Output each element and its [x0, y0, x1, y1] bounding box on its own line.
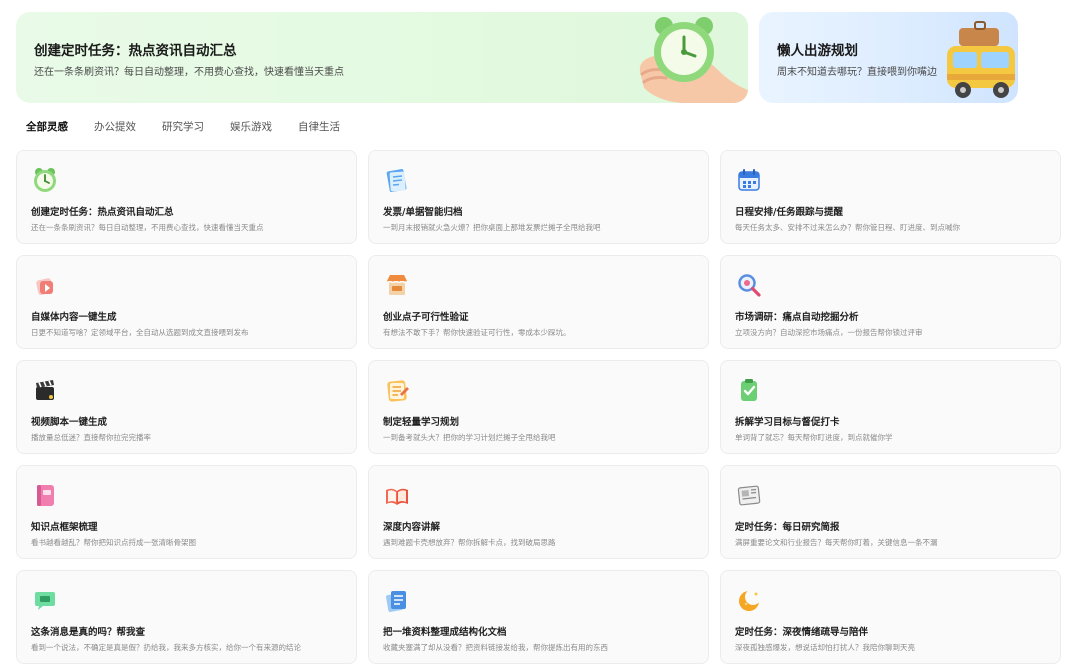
card-title: 定时任务：深夜情绪疏导与陪伴: [735, 627, 869, 638]
card-startup-validation[interactable]: 创业点子可行性验证 有想法不敢下手？帮你快速验证可行性，零成本少踩坑。: [368, 255, 709, 349]
card-study-plan[interactable]: 制定轻量学习规划 一到备考就头大？把你的学习计划烂摊子全甩给我吧: [368, 360, 709, 454]
clapperboard-icon: [36, 380, 54, 400]
card-desc: 一到月末报销就火急火燎？把你桌面上那堆发票烂摊子全甩给我吧: [383, 223, 601, 232]
card-desc: 遇到难题卡壳想放弃？帮你拆解卡点，找到破局思路: [383, 538, 556, 547]
tab-office[interactable]: 办公提效: [94, 119, 136, 134]
card-night-companion[interactable]: 定时任务：深夜情绪疏导与陪伴 深夜孤独感爆发，想说话却怕打扰人？我陪你聊到天亮: [720, 570, 1061, 664]
card-title: 制定轻量学习规划: [383, 417, 460, 428]
card-schedule-tracking[interactable]: 日程安排/任务跟踪与提醒 每天任务太多、安排不过来怎么办？帮你管日程、盯进度、到…: [720, 150, 1061, 244]
banner-travel-plan[interactable]: 懒人出游规划 周末不知道去哪玩？直接喂到你嘴边: [759, 12, 1018, 103]
card-desc: 每天任务太多、安排不过来怎么办？帮你管日程、盯进度、到点喊你: [735, 223, 960, 232]
card-deep-explanation[interactable]: 深度内容讲解 遇到难题卡壳想放弃？帮你拆解卡点，找到破局思路: [368, 465, 709, 559]
card-desc: 播放量总低迷？直接帮你拉完完播率: [31, 433, 151, 442]
newspaper-icon: [737, 485, 761, 506]
card-scheduled-news[interactable]: 创建定时任务：热点资讯自动汇总 还在一条条刷资讯？每日自动整理，不用费心查找，快…: [16, 150, 357, 244]
card-title: 知识点框架梳理: [31, 522, 98, 533]
card-media-content[interactable]: 自媒体内容一键生成 日更不知道写啥？定领域平台，全自动从选题到成文直接喂到发布: [16, 255, 357, 349]
card-desc: 深夜孤独感爆发，想说话却怕打扰人？我陪你聊到天亮: [735, 643, 915, 652]
banner-title: 懒人出游规划: [777, 43, 858, 59]
card-desc: 满屏重要论文和行业报告？每天帮你盯着，关键信息一条不漏: [735, 538, 938, 547]
banner-subtitle: 还在一条条刷资讯？每日自动整理，不用费心查找，快速看懂当天重点: [34, 67, 344, 78]
alarm-clock-icon: [34, 168, 56, 192]
invoice-icon: [386, 169, 407, 193]
tab-study[interactable]: 研究学习: [162, 119, 204, 134]
card-structured-docs[interactable]: 把一堆资料整理成结构化文档 收藏夹塞满了却从没看？把资料链接发给我，帮你提炼出有…: [368, 570, 709, 664]
calendar-icon: [738, 169, 760, 191]
card-fact-check[interactable]: 这条消息是真的吗？帮我查 看到一个说法，不确定是真是假？扔给我，我来多方核实，给…: [16, 570, 357, 664]
card-title: 视频脚本一键生成: [31, 417, 108, 428]
card-title: 自媒体内容一键生成: [31, 312, 117, 323]
card-title: 日程安排/任务跟踪与提醒: [735, 207, 843, 218]
moon-icon: [739, 589, 761, 611]
card-desc: 立项没方向？自动深挖市场痛点，一份报告帮你锁过评审: [735, 328, 923, 337]
banner-scheduled-news[interactable]: 创建定时任务：热点资讯自动汇总 还在一条条刷资讯？每日自动整理，不用费心查找，快…: [16, 12, 748, 103]
card-goal-checkin[interactable]: 拆解学习目标与督促打卡 单词背了就忘？每天帮你盯进度，到点就催你学: [720, 360, 1061, 454]
documents-stack-icon: [386, 591, 406, 612]
card-title: 拆解学习目标与督促打卡: [735, 417, 840, 428]
travel-bus-icon: [947, 21, 1015, 98]
notebook-icon: [37, 485, 54, 506]
card-desc: 还在一条条刷资讯？每日自动整理，不用费心查找，快速看懂当天重点: [31, 223, 264, 232]
shop-stall-icon: [387, 275, 407, 295]
media-content-icon: [36, 278, 53, 295]
card-desc: 收藏夹塞满了却从没看？把资料链接发给我，帮你提炼出有用的东西: [383, 643, 608, 652]
card-desc: 有想法不敢下手？帮你快速验证可行性，零成本少踩坑。: [383, 328, 571, 337]
magnifier-icon: [738, 274, 761, 297]
study-plan-icon: [387, 380, 409, 402]
banner-title: 创建定时任务：热点资讯自动汇总: [34, 43, 237, 59]
card-title: 市场调研：痛点自动挖掘分析: [735, 312, 859, 323]
card-title: 创建定时任务：热点资讯自动汇总: [31, 207, 174, 218]
alarm-clock-hand-icon: [639, 17, 748, 103]
card-title: 这条消息是真的吗？帮我查: [31, 627, 146, 638]
card-desc: 一到备考就头大？把你的学习计划烂摊子全甩给我吧: [383, 433, 556, 442]
card-title: 定时任务：每日研究简报: [735, 522, 840, 533]
card-invoice-archive[interactable]: 发票/单据智能归档 一到月末报销就火急火燎？把你桌面上那堆发票烂摊子全甩给我吧: [368, 150, 709, 244]
card-desc: 单词背了就忘？每天帮你盯进度，到点就催你学: [735, 433, 893, 442]
banner-subtitle: 周末不知道去哪玩？直接喂到你嘴边: [777, 67, 937, 78]
chat-bubble-icon: [35, 592, 55, 610]
card-title: 发票/单据智能归档: [383, 207, 463, 218]
card-title: 创业点子可行性验证: [383, 312, 469, 323]
card-market-research[interactable]: 市场调研：痛点自动挖掘分析 立项没方向？自动深挖市场痛点，一份报告帮你锁过评审: [720, 255, 1061, 349]
card-title: 深度内容讲解: [383, 522, 441, 533]
card-knowledge-framework[interactable]: 知识点框架梳理 看书越看越乱？帮你把知识点捋成一张清晰骨架图: [16, 465, 357, 559]
card-daily-research-brief[interactable]: 定时任务：每日研究简报 满屏重要论文和行业报告？每天帮你盯着，关键信息一条不漏: [720, 465, 1061, 559]
tab-lifestyle[interactable]: 自律生活: [298, 119, 340, 134]
tab-entertainment[interactable]: 娱乐游戏: [230, 119, 272, 134]
card-title: 把一堆资料整理成结构化文档: [383, 627, 507, 638]
category-tabs: 全部灵感 办公提效 研究学习 娱乐游戏 自律生活: [26, 119, 340, 134]
card-desc: 看书越看越乱？帮你把知识点捋成一张清晰骨架图: [31, 538, 196, 547]
card-desc: 日更不知道写啥？定领域平台，全自动从选题到成文直接喂到发布: [31, 328, 249, 337]
checkin-icon: [741, 379, 757, 401]
tab-all[interactable]: 全部灵感: [26, 119, 68, 134]
card-desc: 看到一个说法，不确定是真是假？扔给我，我来多方核实，给你一个有来源的结论: [31, 643, 301, 652]
card-video-script[interactable]: 视频脚本一键生成 播放量总低迷？直接帮你拉完完播率: [16, 360, 357, 454]
open-book-icon: [386, 488, 408, 505]
